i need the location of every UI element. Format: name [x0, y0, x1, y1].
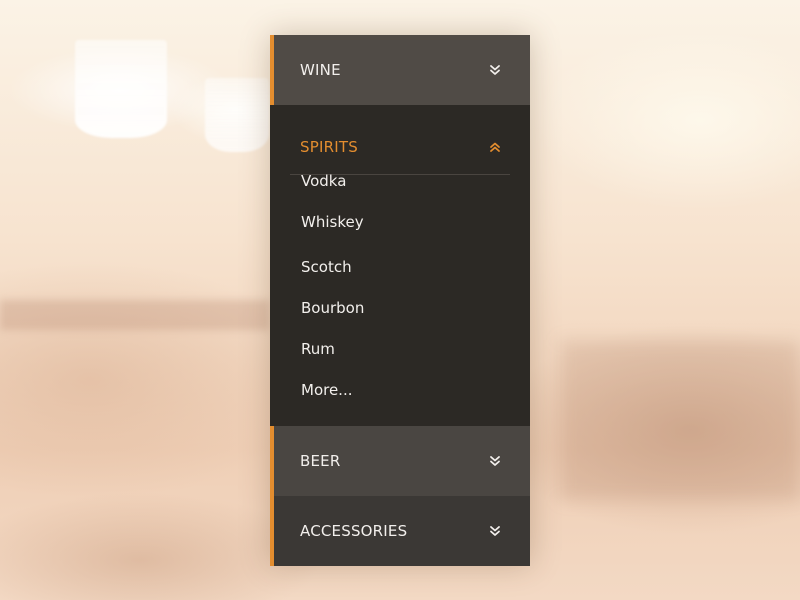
double-chevron-down-icon [488, 454, 502, 468]
spirits-label: SPIRITS [300, 137, 358, 156]
double-chevron-up-icon [488, 140, 502, 154]
wine-label: WINE [300, 61, 341, 79]
spirits-section-header[interactable]: SPIRITS [290, 119, 510, 175]
bar-tables [560, 340, 800, 500]
beer-section-header[interactable]: BEER [270, 426, 530, 496]
bar-counter [0, 300, 270, 330]
accessories-section-header[interactable]: ACCESSORIES [270, 496, 530, 566]
pendant-lamp [75, 40, 167, 138]
pendant-lamp [205, 78, 269, 152]
submenu-item-whiskey[interactable]: Whiskey [301, 213, 364, 231]
submenu-item-scotch[interactable]: Scotch [301, 258, 352, 276]
submenu-item-rum[interactable]: Rum [301, 340, 335, 358]
submenu-item-vodka[interactable]: Vodka [301, 172, 346, 190]
submenu-item-more[interactable]: More... [301, 381, 353, 399]
double-chevron-down-icon [488, 63, 502, 77]
category-accordion-menu: WINE SPIRITS Vodka Whiskey Scotch Bourbo… [270, 35, 530, 566]
double-chevron-down-icon [488, 524, 502, 538]
beer-label: BEER [300, 452, 341, 470]
submenu-item-bourbon[interactable]: Bourbon [301, 299, 364, 317]
wine-section-header[interactable]: WINE [270, 35, 530, 105]
accessories-label: ACCESSORIES [300, 522, 408, 540]
spirits-section: SPIRITS Vodka Whiskey Scotch Bourbon Rum… [270, 105, 530, 426]
